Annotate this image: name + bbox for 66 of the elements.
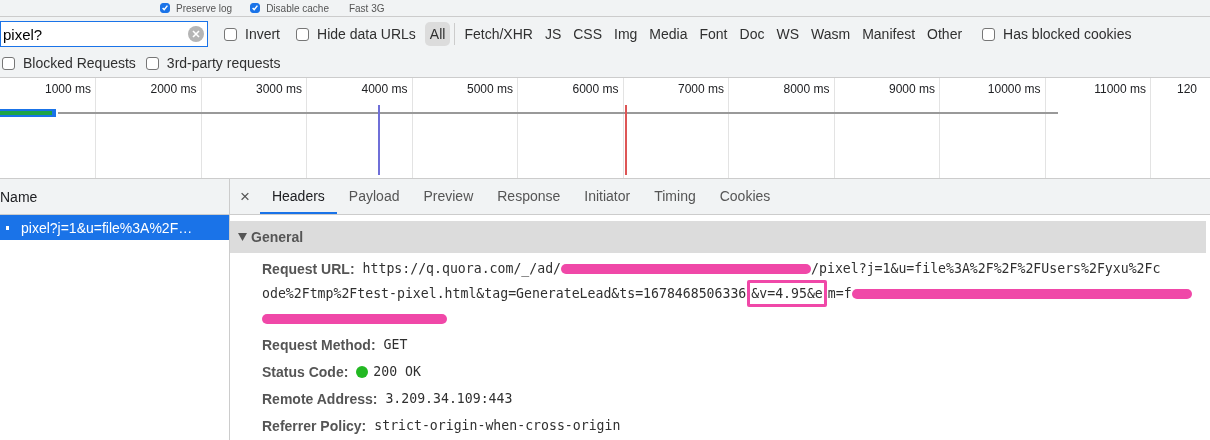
time-tick-label: 7000 ms bbox=[677, 82, 724, 96]
time-tick-label: 5000 ms bbox=[466, 82, 513, 96]
details-tab[interactable]: Timing bbox=[642, 179, 708, 214]
time-tick-label: 10000 ms bbox=[987, 82, 1041, 96]
type-filter-button[interactable]: WS bbox=[771, 22, 804, 46]
type-filter-button[interactable]: Fetch/XHR bbox=[459, 22, 538, 46]
details-tab[interactable]: Preview bbox=[411, 179, 486, 214]
request-row[interactable]: pixel?j=1&u=file%3A%2F… bbox=[0, 215, 229, 240]
section-header[interactable]: General bbox=[230, 221, 1206, 253]
field-label: Request Method: bbox=[262, 336, 376, 353]
time-tick-label: 8000 ms bbox=[783, 82, 830, 96]
request-name: pixel?j=1&u=file%3A%2F… bbox=[21, 219, 193, 236]
toolbar-checkbox[interactable]: Disable cache bbox=[250, 2, 329, 14]
details-tab[interactable]: Initiator bbox=[572, 179, 643, 214]
checkbox-icon bbox=[250, 3, 261, 13]
filter-checkbox[interactable]: Has blocked cookies bbox=[982, 26, 1132, 42]
time-tick-label: 4000 ms bbox=[361, 82, 408, 96]
toolbar-checkbox[interactable]: Preserve log bbox=[160, 2, 233, 14]
filter-checkbox[interactable]: 3rd-party requests bbox=[145, 55, 281, 71]
type-filter-button[interactable]: Doc bbox=[734, 22, 770, 46]
caret-icon bbox=[238, 233, 247, 241]
type-filter-button[interactable]: JS bbox=[539, 22, 567, 46]
type-filter-button[interactable]: Other bbox=[922, 22, 968, 46]
time-tick-label: 120 bbox=[1176, 82, 1197, 96]
status-dot-icon bbox=[356, 365, 369, 378]
url-text: m=f bbox=[827, 286, 852, 301]
field-label: Remote Address: bbox=[262, 390, 378, 407]
details-tab[interactable]: Response bbox=[485, 179, 573, 214]
filter-checkbox[interactable]: Blocked Requests bbox=[2, 55, 136, 71]
field-label: Status Code: bbox=[262, 363, 349, 380]
clear-icon[interactable] bbox=[188, 26, 204, 42]
highlight-box: &v=4.95&e bbox=[747, 280, 827, 307]
filter-checkbox[interactable]: Invert bbox=[224, 26, 280, 42]
url-text: https://q.quora.com/_/ad/ bbox=[362, 261, 562, 276]
details-tab[interactable]: Payload bbox=[336, 179, 412, 214]
field-label: Request URL: bbox=[262, 260, 355, 277]
type-filter-button[interactable]: Wasm bbox=[806, 22, 856, 46]
filter-checkbox[interactable]: Hide data URLs bbox=[296, 26, 416, 42]
details-tab[interactable]: Cookies bbox=[707, 179, 783, 214]
throttle-dropdown[interactable]: Fast 3G bbox=[348, 2, 385, 14]
type-filter-button[interactable]: Font bbox=[694, 22, 733, 46]
field-value: 200 OK bbox=[373, 364, 421, 379]
type-filter-button[interactable]: CSS bbox=[568, 22, 607, 46]
time-tick-label: 6000 ms bbox=[572, 82, 619, 96]
field-label: Referrer Policy: bbox=[262, 417, 367, 434]
time-tick-label: 1000 ms bbox=[44, 82, 91, 96]
column-header[interactable]: Name bbox=[0, 179, 229, 215]
type-filter-button[interactable]: Media bbox=[644, 22, 693, 46]
type-filter-button[interactable]: Img bbox=[609, 22, 643, 46]
document-icon bbox=[6, 225, 9, 230]
close-button[interactable]: × bbox=[230, 179, 260, 214]
url-text: /pixel?j=1&u=file%3A%2F%2F%2FUsers%2Fyxu%2Fc bbox=[811, 261, 1161, 276]
field-value: GET bbox=[383, 337, 408, 352]
time-tick-label: 9000 ms bbox=[888, 82, 935, 96]
field-value: 3.209.34.109:443 bbox=[385, 391, 513, 406]
details-tab[interactable]: Headers bbox=[259, 179, 337, 214]
time-tick-label: 3000 ms bbox=[255, 82, 302, 96]
checkbox-icon bbox=[160, 3, 170, 13]
time-tick-label: 11000 ms bbox=[1094, 82, 1146, 96]
filter-field[interactable]: pixel? bbox=[0, 21, 208, 47]
url-text: ode%2Ftmp%2Ftest-pixel.html&tag=GenerateLead&ts=1678468506336 bbox=[262, 286, 747, 301]
type-filter-button[interactable]: All bbox=[424, 22, 451, 46]
section-title: General bbox=[251, 229, 304, 245]
type-filter-button[interactable]: Manifest bbox=[857, 22, 921, 46]
time-tick-label: 2000 ms bbox=[150, 82, 197, 96]
field-value: strict-origin-when-cross-origin bbox=[374, 418, 621, 433]
